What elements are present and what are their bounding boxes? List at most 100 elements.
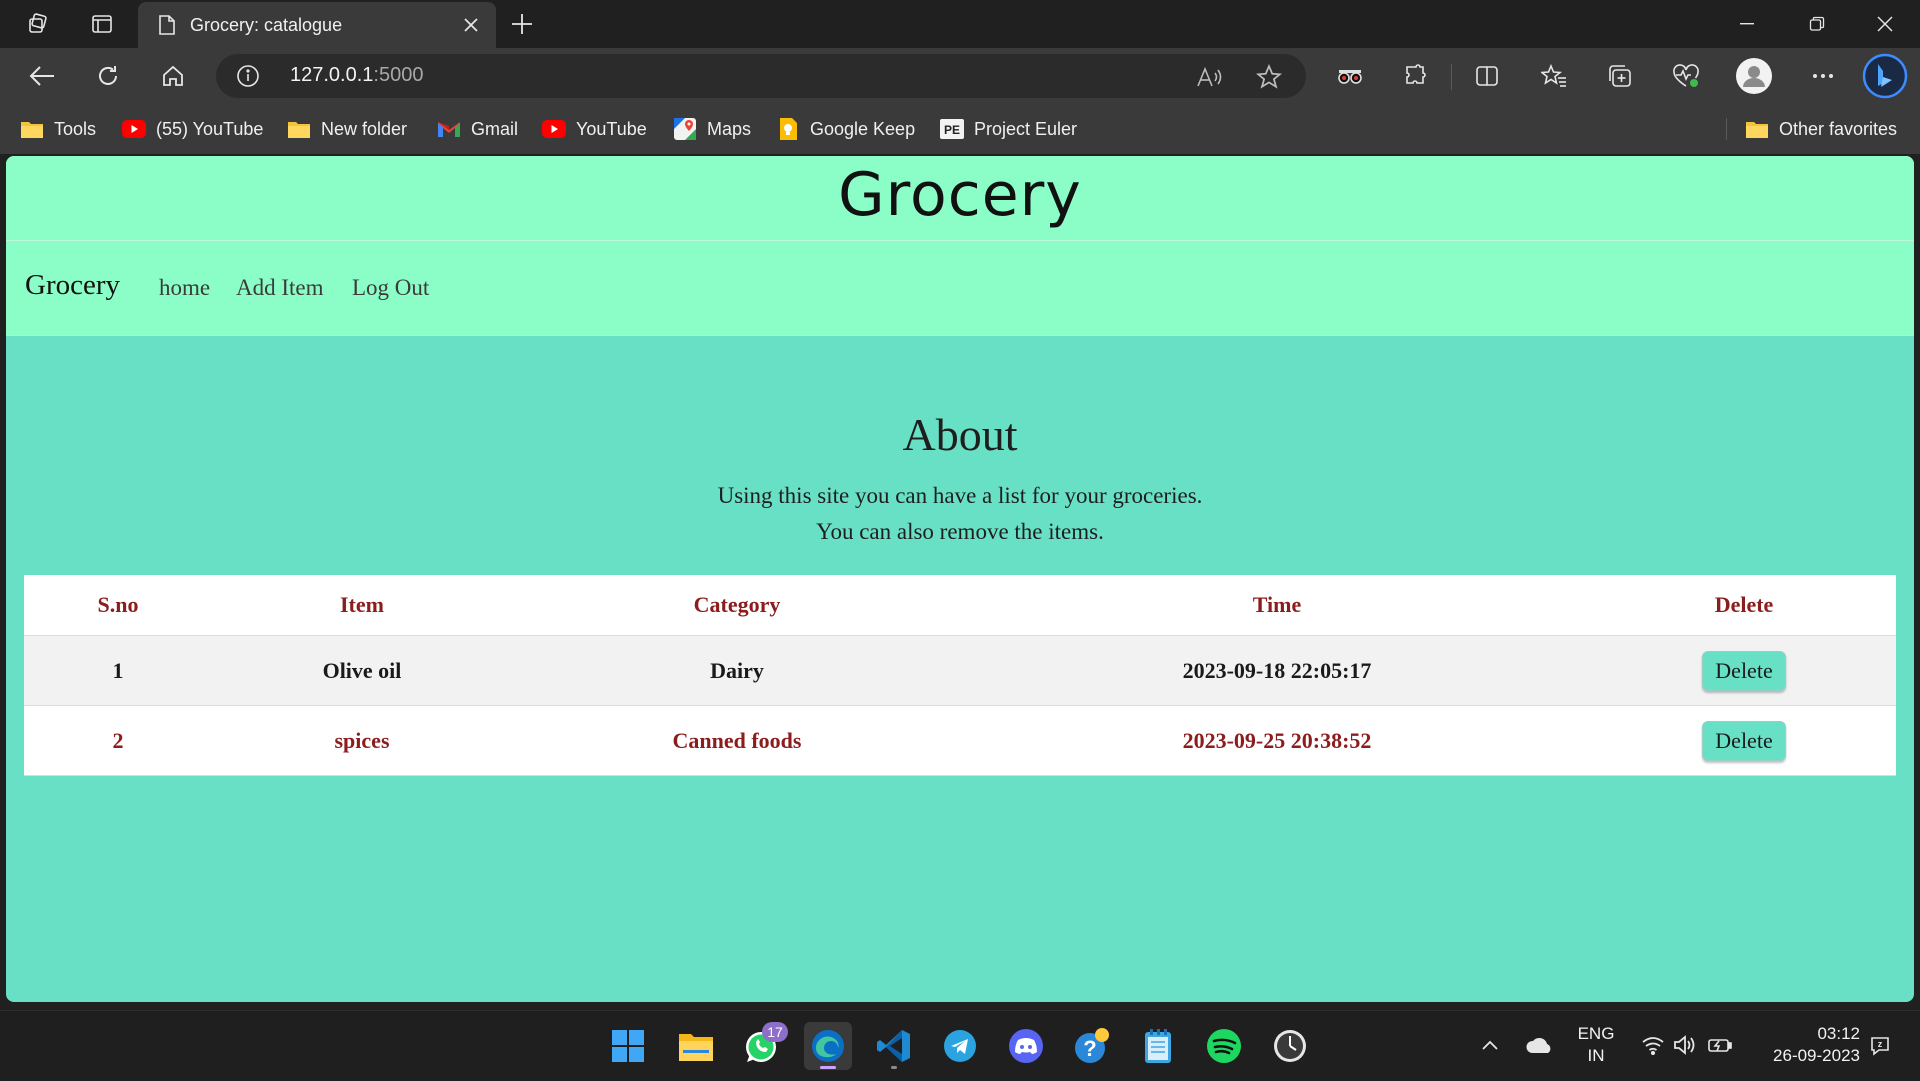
extensions-icon[interactable] — [1396, 56, 1436, 96]
cell-delete: Delete — [1592, 705, 1896, 776]
cell-category: Dairy — [512, 635, 962, 706]
favorites-icon[interactable] — [1534, 56, 1574, 96]
show-hidden-icons-chevron-icon[interactable] — [1478, 1033, 1502, 1057]
favorites-bar: Tools (55) YouTube New folder Gmail YouT… — [0, 104, 1920, 154]
onedrive-icon[interactable] — [1524, 1033, 1554, 1057]
discord-icon[interactable] — [1002, 1022, 1050, 1070]
bookmark-label: Other favorites — [1779, 118, 1898, 139]
new-tab-button[interactable] — [506, 10, 538, 38]
windows-taskbar: 17 ? ENG IN 03:12 26-09-2023 z — [0, 1010, 1920, 1081]
cell-item: Olive oil — [212, 635, 512, 706]
svg-text:PE: PE — [944, 123, 960, 137]
cell-category: Canned foods — [512, 705, 962, 776]
region-code: IN — [1587, 1046, 1605, 1065]
browser-toolbar: 127.0.0.1:5000 — [0, 48, 1920, 104]
nav-log-out-link[interactable]: Log Out — [352, 275, 429, 301]
get-help-icon[interactable]: ? — [1068, 1022, 1116, 1070]
bookmark-label: Project Euler — [974, 118, 1078, 139]
home-button[interactable] — [151, 54, 195, 98]
url-text[interactable]: 127.0.0.1:5000 — [290, 64, 423, 87]
whatsapp-icon[interactable]: 17 — [738, 1022, 788, 1070]
favorite-star-icon[interactable] — [1256, 64, 1282, 90]
clock-app-icon[interactable] — [1266, 1022, 1314, 1070]
document-icon — [156, 14, 178, 36]
bookmark-youtube-55[interactable]: (55) YouTube — [122, 115, 263, 143]
telegram-icon[interactable] — [936, 1022, 984, 1070]
vertical-tabs-icon[interactable] — [78, 0, 126, 48]
navbar-brand[interactable]: Grocery — [25, 269, 120, 302]
bookmark-other-favorites[interactable]: Other favorites — [1745, 115, 1897, 143]
close-tab-icon[interactable] — [460, 14, 482, 36]
minimize-button[interactable] — [1712, 0, 1782, 48]
close-window-button[interactable] — [1850, 0, 1920, 48]
tab-title: Grocery: catalogue — [190, 14, 343, 35]
gmail-icon — [437, 118, 461, 140]
site-navbar: Grocery home Add Item Log Out — [6, 241, 1914, 336]
bookmark-new-folder[interactable]: New folder — [287, 115, 407, 143]
spotify-icon[interactable] — [1200, 1022, 1248, 1070]
site-info-icon[interactable] — [236, 64, 260, 88]
bookmark-youtube[interactable]: YouTube — [542, 115, 647, 143]
delete-button[interactable]: Delete — [1702, 650, 1786, 691]
volume-icon[interactable] — [1672, 1033, 1698, 1057]
wifi-icon[interactable] — [1640, 1033, 1666, 1057]
profile-avatar[interactable] — [1734, 56, 1774, 96]
bookmark-maps[interactable]: Maps — [673, 115, 751, 143]
clock-time: 03:12 — [1817, 1024, 1860, 1043]
start-button[interactable] — [604, 1022, 652, 1070]
bookmarks-divider — [1726, 118, 1727, 140]
header-delete: Delete — [1592, 575, 1896, 636]
bookmark-label: (55) YouTube — [156, 118, 264, 139]
edge-icon[interactable] — [804, 1022, 852, 1070]
bookmark-label: YouTube — [576, 118, 647, 139]
header-item: Item — [212, 575, 512, 636]
extension-glasses-icon[interactable] — [1330, 56, 1370, 96]
vscode-icon[interactable] — [870, 1022, 918, 1070]
language-indicator[interactable]: ENG IN — [1574, 1023, 1618, 1067]
tab-strip: Grocery: catalogue — [0, 0, 1920, 48]
page-viewport: Grocery Grocery home Add Item Log Out Ab… — [6, 156, 1914, 1002]
restore-button[interactable] — [1782, 0, 1852, 48]
grocery-table: S.no Item Category Time Delete 1 Olive o… — [24, 575, 1896, 776]
cell-time: 2023-09-25 20:38:52 — [962, 705, 1592, 776]
table-header-row: S.no Item Category Time Delete — [24, 575, 1896, 636]
nav-add-item-link[interactable]: Add Item — [236, 275, 324, 301]
running-indicator — [891, 1066, 897, 1069]
split-screen-icon[interactable] — [1467, 56, 1507, 96]
keep-icon — [776, 118, 800, 140]
url-port: :5000 — [373, 64, 424, 86]
back-button[interactable] — [20, 54, 64, 98]
collections-icon[interactable] — [1600, 56, 1640, 96]
more-options-icon[interactable] — [1803, 56, 1843, 96]
refresh-button[interactable] — [86, 54, 130, 98]
clock[interactable]: 03:12 26-09-2023 — [1750, 1023, 1860, 1067]
about-description-line-1: Using this site you can have a list for … — [717, 483, 1203, 508]
bookmark-gmail[interactable]: Gmail — [437, 115, 518, 143]
bookmark-project-euler[interactable]: PE Project Euler — [940, 115, 1077, 143]
battery-charging-icon[interactable] — [1706, 1033, 1734, 1057]
nav-home-link[interactable]: home — [159, 275, 210, 301]
maps-icon — [673, 118, 697, 140]
bookmark-tools[interactable]: Tools — [20, 115, 96, 143]
header-time: Time — [962, 575, 1592, 636]
bookmark-google-keep[interactable]: Google Keep — [776, 115, 915, 143]
bing-copilot-icon[interactable] — [1862, 53, 1908, 99]
cell-sno: 2 — [24, 705, 212, 776]
browser-essentials-icon[interactable] — [1666, 56, 1706, 96]
cell-time: 2023-09-18 22:05:17 — [962, 635, 1592, 706]
active-tab[interactable]: Grocery: catalogue — [138, 2, 496, 48]
youtube-icon — [122, 118, 146, 140]
table-row: 1 Olive oil Dairy 2023-09-18 22:05:17 De… — [24, 635, 1896, 706]
notifications-icon[interactable]: z — [1866, 1033, 1894, 1059]
notepad-icon[interactable] — [1134, 1022, 1182, 1070]
read-aloud-icon[interactable] — [1196, 64, 1222, 90]
youtube-icon — [542, 118, 566, 140]
workspaces-icon[interactable] — [14, 0, 62, 48]
cell-delete: Delete — [1592, 635, 1896, 706]
cell-item: spices — [212, 705, 512, 776]
folder-icon — [20, 118, 44, 140]
address-bar[interactable]: 127.0.0.1:5000 — [216, 54, 1306, 98]
site-title: Grocery — [838, 160, 1082, 230]
delete-button[interactable]: Delete — [1702, 720, 1786, 761]
file-explorer-icon[interactable] — [672, 1022, 720, 1070]
